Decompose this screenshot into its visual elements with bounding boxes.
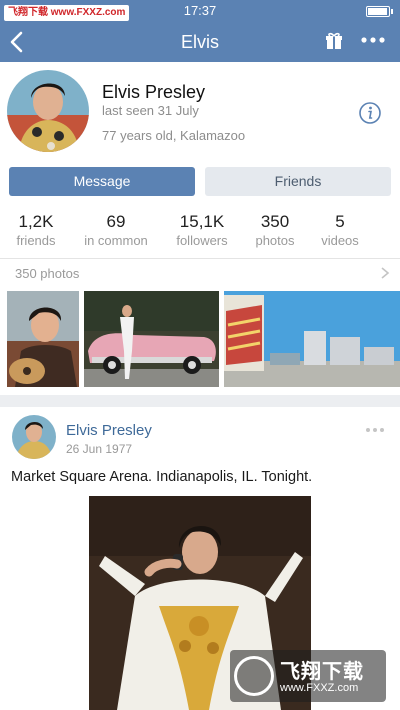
- photo-thumbnail[interactable]: [224, 291, 400, 387]
- stat-label: followers: [176, 233, 228, 248]
- stat-label: friends: [16, 233, 56, 248]
- friends-button[interactable]: Friends: [205, 167, 391, 196]
- age-city: 77 years old, Kalamazoo: [102, 128, 246, 143]
- stat-friends[interactable]: 1,2K friends: [0, 212, 76, 250]
- post-author-avatar[interactable]: [12, 415, 56, 459]
- post-author-name[interactable]: Elvis Presley: [66, 422, 152, 439]
- photos-count-label[interactable]: 350 photos: [15, 266, 79, 281]
- stat-value: 1,2K: [18, 212, 54, 231]
- watermark-url: www.FXXZ.com: [280, 682, 359, 694]
- message-button[interactable]: Message: [9, 167, 195, 196]
- section-gap: [0, 395, 400, 407]
- stat-value: 15,1K: [179, 212, 225, 231]
- navigation-bar: 飞翔下载 www.FXXZ.com 17:37 Elvis: [0, 0, 400, 62]
- gift-icon[interactable]: [324, 31, 344, 51]
- last-seen: last seen 31 July: [102, 103, 199, 118]
- stats-row: 1,2K friends 69 in common 15,1K follower…: [0, 212, 400, 252]
- post-more-icon[interactable]: [365, 427, 385, 433]
- watermark-brand: 飞翔下载: [280, 661, 364, 683]
- stat-in-common[interactable]: 69 in common: [76, 212, 156, 250]
- stat-value: 69: [106, 212, 126, 231]
- stat-value: 5: [335, 212, 345, 231]
- photo-thumbnail[interactable]: [7, 291, 79, 387]
- watermark-logo-icon: [234, 656, 274, 696]
- watermark-bottom: 飞翔下载 www.FXXZ.com: [230, 650, 386, 702]
- stat-label: videos: [321, 233, 359, 248]
- profile-avatar[interactable]: [7, 70, 89, 152]
- divider: [0, 258, 400, 259]
- info-icon[interactable]: [358, 101, 382, 125]
- more-options-icon[interactable]: [360, 33, 386, 47]
- stat-label: in common: [84, 233, 148, 248]
- chevron-right-icon[interactable]: [380, 266, 390, 280]
- stat-followers[interactable]: 15,1K followers: [162, 212, 242, 250]
- profile-name: Elvis Presley: [102, 82, 206, 102]
- photo-thumbnail[interactable]: [84, 291, 219, 387]
- stat-videos[interactable]: 5 videos: [300, 212, 380, 250]
- post-date: 26 Jun 1977: [66, 442, 133, 456]
- battery-icon: [366, 6, 393, 17]
- post-text: Market Square Arena. Indianapolis, IL. T…: [11, 469, 313, 485]
- status-time: 17:37: [183, 3, 217, 18]
